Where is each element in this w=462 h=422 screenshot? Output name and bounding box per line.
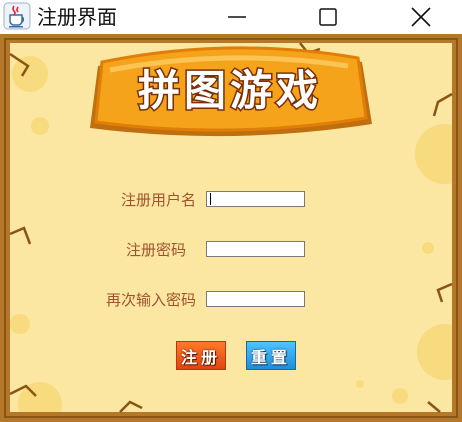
confirm-password-input[interactable] [206,291,305,307]
register-button[interactable]: 注册 [176,341,226,370]
confirm-password-label: 再次输入密码 [106,291,197,309]
username-label: 注册用户名 [121,191,197,209]
minimize-icon [228,16,246,18]
java-cup-icon[interactable] [3,2,31,30]
password-input[interactable] [206,241,305,257]
reset-button[interactable]: 重置 [246,341,296,370]
username-input[interactable] [206,191,305,207]
text-caret [210,193,211,205]
game-title-banner: 拼图游戏 [80,42,380,142]
title-bar: 注册界面 [0,0,462,34]
close-button[interactable] [398,0,444,34]
window-content: 拼图游戏 注册用户名 注册密码 再次输入密码 注册 重置 [0,34,462,422]
banner-title: 拼图游戏 [138,66,322,115]
close-icon [411,7,431,27]
maximize-button[interactable] [305,0,351,34]
minimize-button[interactable] [214,0,260,34]
window-title: 注册界面 [37,5,117,29]
maximize-icon [319,8,337,26]
password-label: 注册密码 [126,241,187,259]
